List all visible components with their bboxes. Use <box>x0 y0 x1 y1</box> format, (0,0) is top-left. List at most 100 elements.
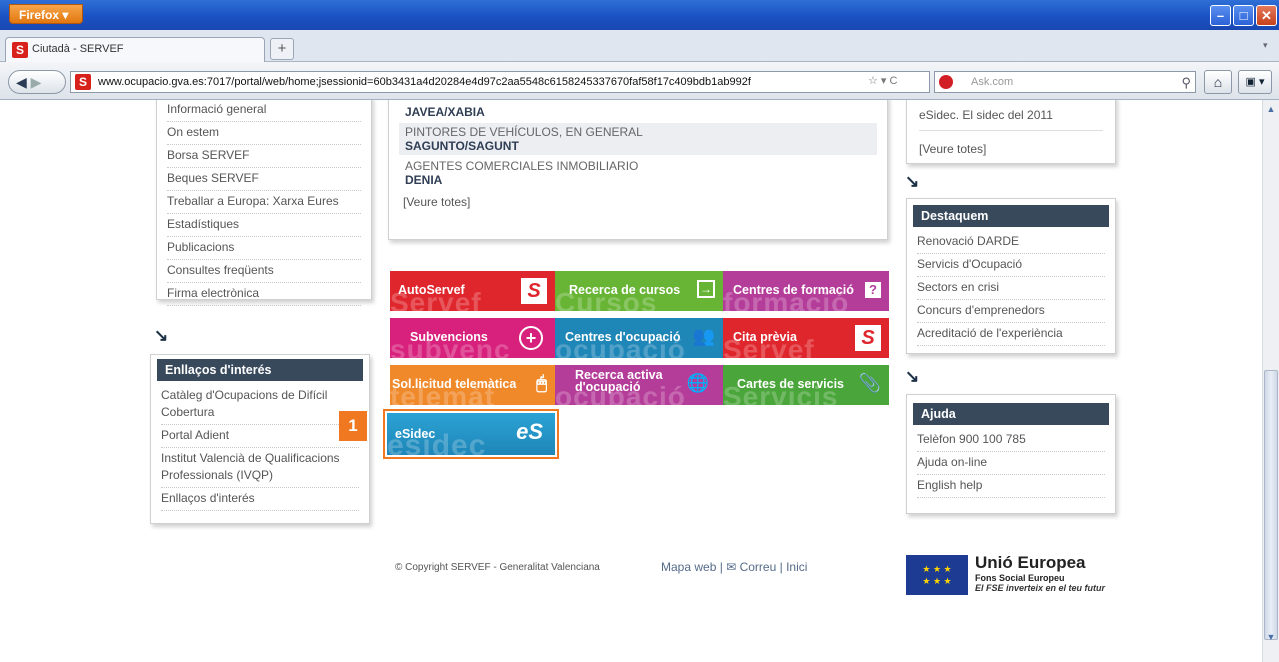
tab-title: Ciutadà - SERVEF <box>32 43 124 55</box>
link-item[interactable]: Portal Adient <box>161 425 359 448</box>
search-input[interactable]: Ask.com ⚲ <box>934 71 1196 93</box>
tile-cartes-servicis[interactable]: Servicis Cartes de servicis 📎 <box>723 365 889 405</box>
tab-ciutada-servef[interactable]: S Ciutadà - SERVEF <box>5 37 265 62</box>
link-item[interactable]: Catàleg d'Ocupacions de Difícil Cobertur… <box>161 385 359 425</box>
forward-arrow-icon[interactable]: ▶ <box>31 74 42 90</box>
highlight-item[interactable]: Sectors en crisi <box>917 277 1105 300</box>
minimize-button[interactable]: – <box>1210 5 1231 26</box>
help-item[interactable]: Ajuda on-line <box>917 452 1105 475</box>
vertical-scrollbar[interactable]: ▲ ▼ <box>1262 100 1279 662</box>
help-item[interactable]: English help <box>917 475 1105 498</box>
maximize-button[interactable]: □ <box>1233 5 1254 26</box>
highlight-item[interactable]: Acreditació de l'experiència <box>917 323 1105 346</box>
job-offer-item[interactable]: AGENTES COMERCIALES INMOBILIARIO DENIA <box>399 155 877 191</box>
offer-title: AGENTES COMERCIALES INMOBILIARIO <box>405 159 639 173</box>
tile-centres-formacio[interactable]: formació Centres de formació ? <box>723 271 889 311</box>
bookmark-star-icon[interactable]: ☆ <box>868 75 878 87</box>
eu-motto: El FSE inverteix en el teu futur <box>975 583 1106 593</box>
highlight-item[interactable]: Renovació DARDE <box>917 231 1105 254</box>
left-menu: Informació general On estem Borsa SERVEF… <box>156 100 372 306</box>
back-arrow-icon[interactable]: ◀ <box>16 74 27 90</box>
servef-favicon-icon: S <box>12 42 28 58</box>
back-forward-buttons[interactable]: ◀ ▶ <box>8 70 66 94</box>
menu-item[interactable]: Publicacions <box>167 237 361 260</box>
separator: | <box>719 560 723 574</box>
see-all-offers-link[interactable]: [Veure totes] <box>399 191 877 213</box>
menu-item[interactable]: Treballar a Europa: Xarxa Eures <box>167 191 361 214</box>
scroll-down-icon[interactable]: ▼ <box>1264 630 1278 644</box>
offer-city: DENIA <box>405 173 443 187</box>
globe-search-icon: 🌐 <box>686 373 709 393</box>
tab-list-icon[interactable]: ▾ <box>1263 40 1268 51</box>
sitemap-link[interactable]: Mapa web <box>661 560 716 574</box>
tile-label: Recerca activa d'ocupació <box>575 368 663 394</box>
menu-item[interactable]: Beques SERVEF <box>167 168 361 191</box>
job-offer-item[interactable]: PINTORES DE VEHÍCULOS, EN GENERAL SAGUNT… <box>399 123 877 155</box>
highlight-item[interactable]: Servicis d'Ocupació <box>917 254 1105 277</box>
eu-label: Unió Europea Fons Social Europeu El FSE … <box>975 553 1105 593</box>
addon-bar-button[interactable]: ▣ ▾ <box>1238 70 1272 94</box>
links-box-title: Enllaços d'interés <box>157 359 363 381</box>
menu-item[interactable]: Borsa SERVEF <box>167 145 361 168</box>
link-item[interactable]: Institut Valencià de Qualificacions Prof… <box>161 448 359 488</box>
home-link[interactable]: Inici <box>786 560 807 574</box>
link-item[interactable]: Enllaços d'interés <box>161 488 359 511</box>
tile-recerca-cursos[interactable]: Cursos Recerca de cursos → <box>555 271 723 311</box>
section-arrow-icon: ↘ <box>154 326 169 345</box>
mail-link[interactable]: Correu <box>740 560 777 574</box>
page-viewport: Informació general On estem Borsa SERVEF… <box>0 100 1262 662</box>
esidec-logo-icon: eS <box>516 419 543 444</box>
help-title: Ajuda <box>913 403 1109 425</box>
scrollbar-thumb[interactable] <box>1264 370 1278 640</box>
new-tab-button[interactable]: + <box>270 38 294 60</box>
site-identity-icon[interactable]: S <box>75 74 91 90</box>
job-offers-box: JAVEA/XABIA PINTORES DE VEHÍCULOS, EN GE… <box>388 100 888 240</box>
tile-cita-previa[interactable]: Servef Cita prèvia S <box>723 318 889 358</box>
tile-label: Cartes de servicis <box>737 377 845 391</box>
menu-item[interactable]: Estadístiques <box>167 214 361 237</box>
eu-subtitle: Fons Social Europeu <box>975 573 1065 583</box>
tile-recerca-activa[interactable]: ocupació Recerca activa d'ocupació 🌐 <box>555 365 723 405</box>
arrow-box-icon: → <box>697 280 715 298</box>
scroll-up-icon[interactable]: ▲ <box>1264 102 1278 116</box>
tile-label: Subvencions <box>410 330 488 344</box>
tile-label: Centres de formació <box>733 283 854 297</box>
highlights-box: Destaquem Renovació DARDE Servicis d'Ocu… <box>906 198 1116 354</box>
address-bar[interactable]: S www.ocupacio.gva.es:7017/portal/web/ho… <box>70 71 930 93</box>
tile-esidec[interactable]: esidec eSidec eS <box>387 413 555 455</box>
window-titlebar: Firefox ▾ – □ ✕ <box>0 0 1279 30</box>
navigation-toolbar: ◀ ▶ S www.ocupacio.gva.es:7017/portal/we… <box>0 62 1279 100</box>
help-item[interactable]: Telèfon 900 100 785 <box>917 429 1105 452</box>
close-button[interactable]: ✕ <box>1256 5 1277 26</box>
tile-centres-ocupacio[interactable]: ocupació Centres d'ocupació 👥 <box>555 318 723 358</box>
menu-item[interactable]: On estem <box>167 122 361 145</box>
home-button[interactable]: ⌂ <box>1204 70 1232 94</box>
tile-label: AutoServef <box>398 283 465 297</box>
news-box: eSidec. El sidec del 2011 [Veure totes] <box>906 100 1116 164</box>
see-all-news-link[interactable]: [Veure totes] <box>919 131 1103 161</box>
magnifier-icon[interactable]: ⚲ <box>1181 73 1191 93</box>
news-item[interactable]: eSidec. El sidec del 2011 <box>919 105 1103 131</box>
url-bar-icons: ☆ ▾ C <box>868 75 898 87</box>
offer-city[interactable]: JAVEA/XABIA <box>399 105 877 121</box>
step-marker: 1 <box>339 411 367 441</box>
servef-s-logo: S <box>855 325 881 351</box>
ask-engine-icon[interactable] <box>939 75 953 89</box>
reload-icon[interactable]: C <box>890 75 898 87</box>
tile-autoservef[interactable]: Servef AutoServef S <box>390 271 555 311</box>
menu-item[interactable]: Consultes freqüents <box>167 260 361 283</box>
separator: | <box>779 560 783 574</box>
tile-sollicitud-telematica[interactable]: telemàt Sol.licitud telemàtica 🖱 <box>390 365 555 405</box>
menu-item[interactable]: Firma electrònica <box>167 283 361 306</box>
mail-icon[interactable]: ✉ <box>726 560 736 574</box>
help-box: Ajuda Telèfon 900 100 785 Ajuda on-line … <box>906 394 1116 514</box>
highlight-item[interactable]: Concurs d'emprenedors <box>917 300 1105 323</box>
links-box: Enllaços d'interés Catàleg d'Ocupacions … <box>150 354 370 524</box>
footer-links: Mapa web | ✉ Correu | Inici <box>661 560 807 574</box>
highlights-title: Destaquem <box>913 205 1109 227</box>
menu-item[interactable]: Informació general <box>167 100 361 122</box>
tile-label: Sol.licitud telemàtica <box>392 377 517 391</box>
firefox-menu-button[interactable]: Firefox ▾ <box>9 4 83 24</box>
mouse-icon: 🖱 <box>536 373 547 393</box>
tile-subvencions[interactable]: subvenc Subvencions + <box>390 318 555 358</box>
